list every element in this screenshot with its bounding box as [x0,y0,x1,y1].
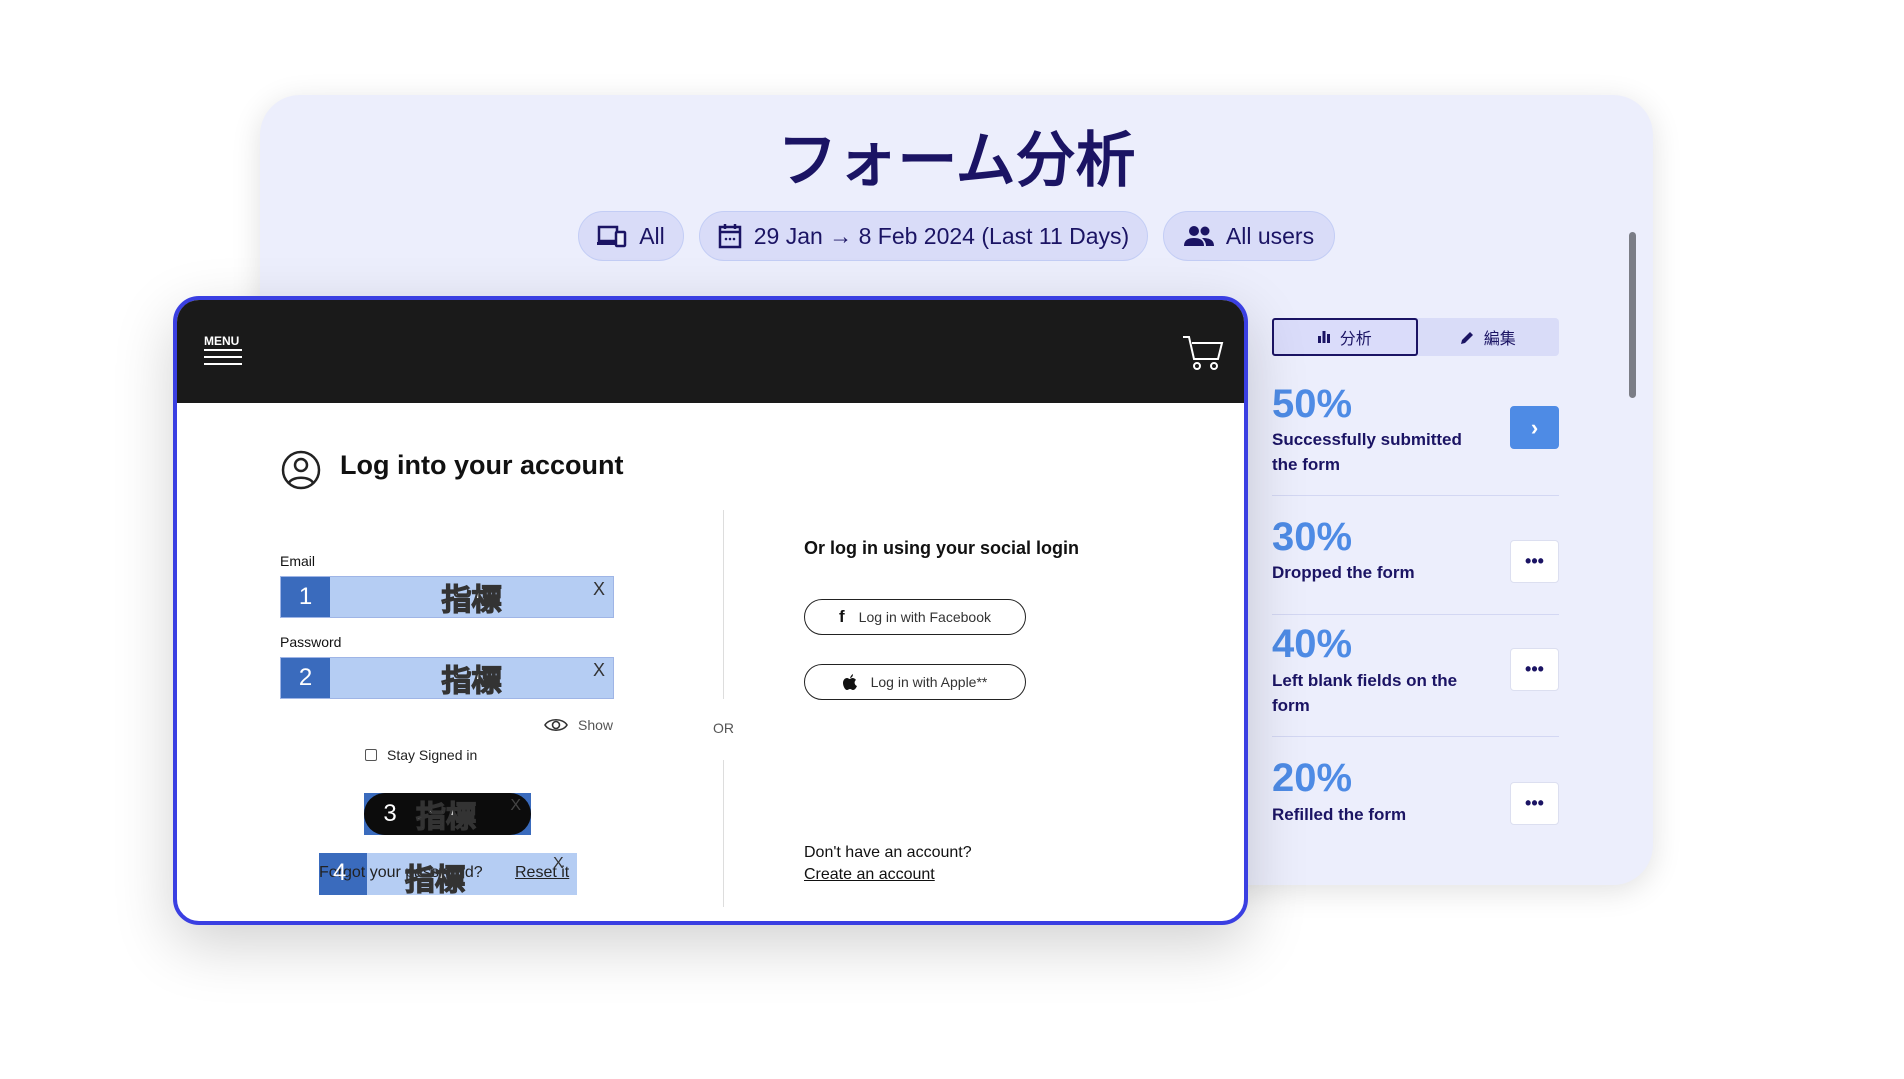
apple-login-label: Log in with Apple** [870,674,988,690]
facebook-login-label: Log in with Facebook [858,609,991,625]
password-field[interactable]: 2 指標 X [280,657,614,700]
site-header [177,300,1244,403]
stay-signed-label: Stay Signed in [387,747,478,763]
show-password-toggle[interactable]: Show [544,717,613,733]
or-separator: OR [713,720,734,736]
close-icon[interactable]: X [593,660,605,681]
email-label: Email [280,553,316,569]
date-range-label: 29 Jan → 8 Feb 2024 (Last 11 Days) [753,222,1130,249]
close-icon[interactable]: X [593,579,605,600]
tab-edit[interactable]: 編集 [1418,318,1560,356]
marker-label: 指標 [441,663,502,699]
email-field[interactable]: 1 指標 X [280,576,614,619]
hamburger-icon[interactable] [204,349,242,365]
form-preview: MENU Log into your account Email 1 指標 X … [173,296,1248,925]
divider [1272,495,1559,496]
forgot-password-marker: Forgot your password? Reset it 4 指標 X [319,853,577,899]
tab-analysis[interactable]: 分析 [1272,318,1418,356]
marker-badge: 4 [333,859,347,886]
eye-icon [544,718,568,732]
stat-more-button[interactable]: ••• [1510,648,1559,691]
stay-signed-checkbox[interactable]: Stay Signed in [365,747,477,763]
users-icon [1183,226,1214,246]
cart-icon[interactable] [1182,334,1224,372]
tab-edit-label: 編集 [1483,331,1516,348]
stat-label: Successfully submitted the form [1272,430,1462,474]
marker-label: 指標 [441,582,502,618]
marker-badge: 1 [281,577,330,617]
divider [723,510,724,699]
devices-icon [597,225,627,248]
facebook-icon: f [839,607,845,626]
marker-label: 指標 [404,862,465,898]
marker-label: 指標 [415,799,476,835]
tab-analysis-label: 分析 [1339,331,1372,348]
mode-tabs: 分析 編集 [1272,318,1559,356]
apple-icon [842,674,857,690]
stat-label: Dropped the form [1272,563,1415,582]
user-filter[interactable]: All users [1163,211,1335,261]
stat-value: 30% [1272,515,1353,559]
stat-label: Refilled the form [1272,805,1407,824]
marker-badge: 2 [281,658,330,698]
close-icon[interactable]: X [510,797,521,815]
divider [1272,736,1559,737]
scrollbar[interactable] [1629,232,1636,398]
stat-more-button[interactable]: ••• [1510,782,1559,825]
login-button[interactable]: 3 指標 X [364,793,531,836]
no-account-text: Don't have an account? [804,844,972,861]
stat-more-button[interactable]: ••• [1510,540,1559,583]
password-label: Password [280,634,342,650]
device-filter[interactable]: All [578,211,684,261]
menu-label: MENU [204,334,240,348]
show-label: Show [578,717,614,733]
stat-value: 20% [1272,756,1353,800]
device-filter-label: All [639,222,665,249]
divider [723,760,724,907]
bar-chart-icon [1317,331,1330,343]
stat-open-button[interactable]: › [1510,406,1559,449]
pencil-icon [1460,331,1473,344]
stat-label: Left blank fields on the form [1272,671,1458,715]
close-icon[interactable]: X [553,855,564,873]
checkbox[interactable] [365,749,377,761]
stat-value: 50% [1272,382,1353,426]
user-filter-label: All users [1225,222,1315,249]
create-account-link[interactable]: Create an account [804,866,935,884]
apple-login-button[interactable]: Log in with Apple** [804,664,1026,700]
stat-value: 40% [1272,622,1353,666]
login-heading: Log into your account [340,450,624,480]
marker-badge: 3 [383,800,397,827]
facebook-login-button[interactable]: f Log in with Facebook [804,599,1026,635]
date-range-filter[interactable]: 29 Jan → 8 Feb 2024 (Last 11 Days) [699,211,1148,261]
social-login-heading: Or log in using your social login [804,538,1080,558]
divider [1272,614,1559,615]
user-icon [281,450,321,490]
page-title: フォーム分析 [777,126,1136,196]
calendar-icon [718,224,742,249]
